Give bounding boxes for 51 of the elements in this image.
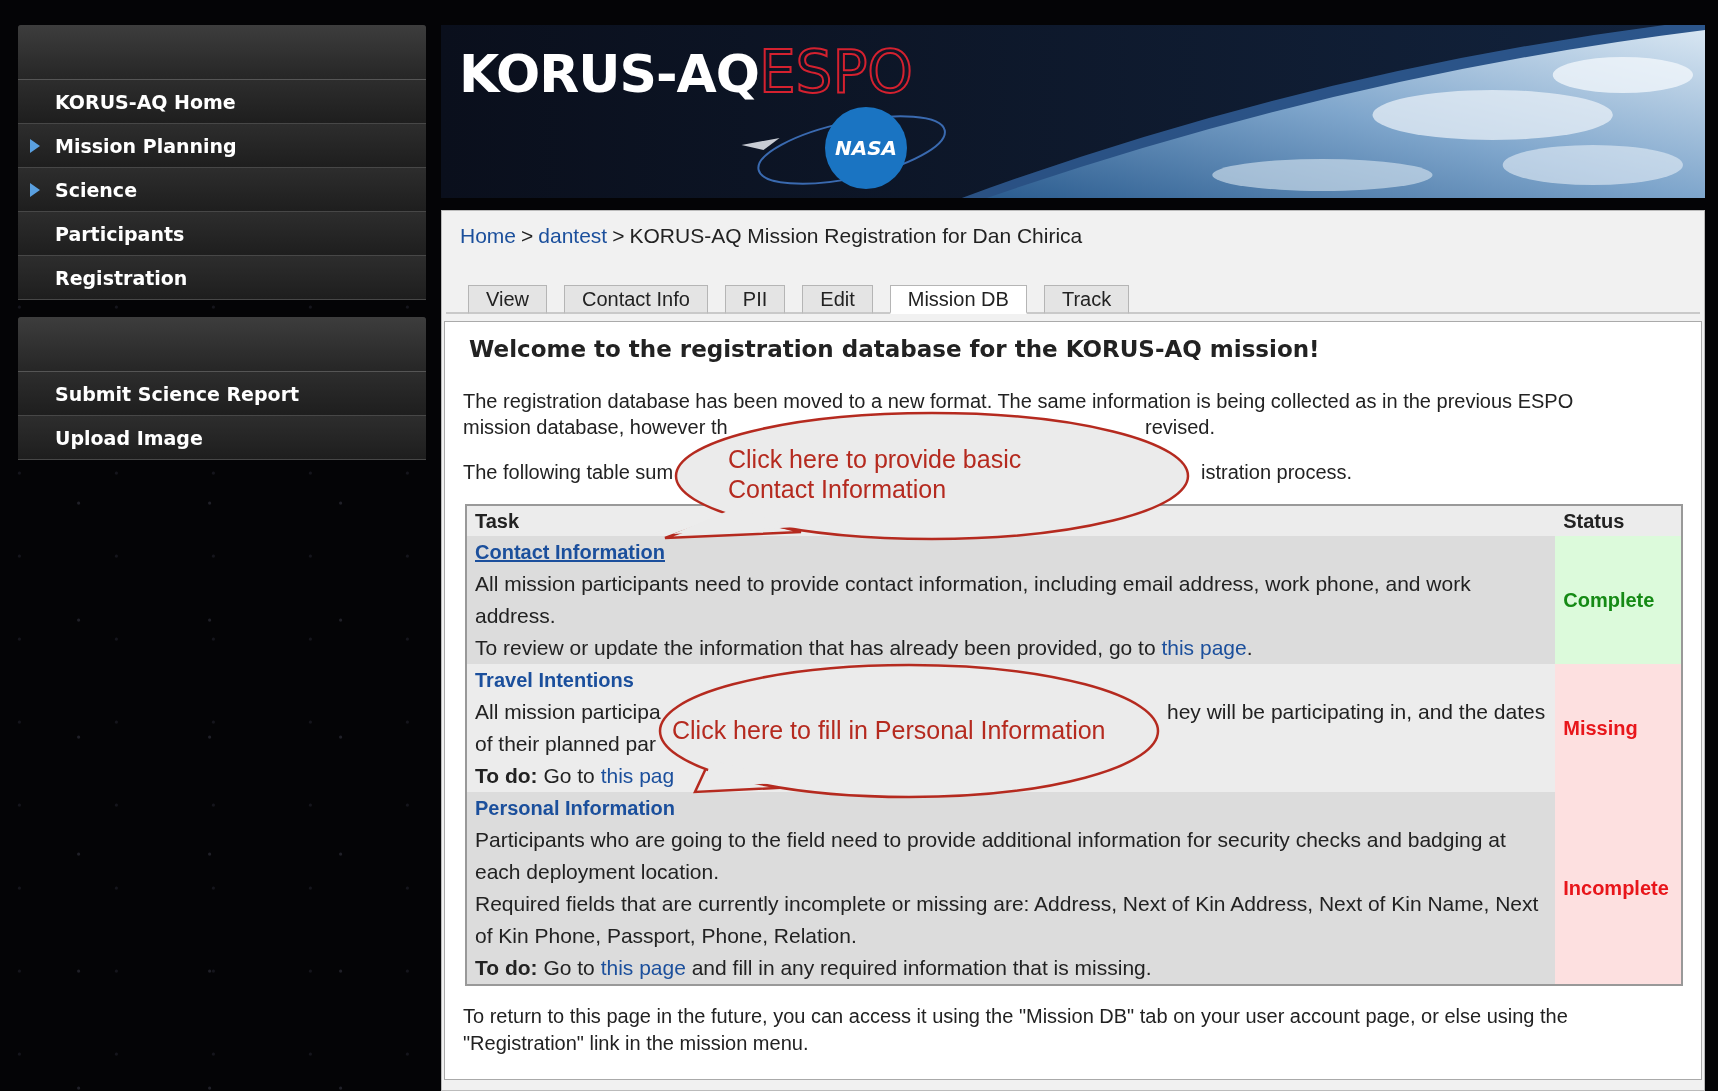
expand-triangle-icon <box>30 139 40 153</box>
callout-text: Click here to provide basic Contact Information <box>728 444 1023 504</box>
column-header: Status <box>1555 505 1682 536</box>
banner-brand: ESPO <box>758 41 913 103</box>
breadcrumb-link[interactable]: Home <box>460 224 517 258</box>
task-description: Required fields that are currently incomplete or missing are: Address, Next of Kin Address, Next of Kin Name, Next of Kin Phone, Passport, Phone, Relation. <box>475 891 1540 949</box>
page-heading: Welcome to the registration database for the KORUS-AQ mission! <box>469 335 1320 364</box>
inline-link[interactable]: this page <box>1161 636 1247 659</box>
paragraph-text: istration process. <box>1201 460 1353 485</box>
menu-item[interactable]: Mission Planning <box>18 124 426 168</box>
paragraph-text: mission database, however th <box>463 415 728 440</box>
menu-item[interactable]: Registration <box>18 256 426 300</box>
menu-item[interactable]: KORUS-AQ Home <box>18 80 426 124</box>
callout-text: Click here to fill in Personal Information <box>672 715 1107 745</box>
inline-link[interactable]: this pag <box>600 764 675 787</box>
inline-link[interactable]: this page <box>600 956 686 979</box>
paragraph-text: The registration database has been moved to a new format. The same information is being collected as in the previous ESPO <box>463 389 1574 414</box>
task-description: To review or update the information that has already been provided, go to this page. <box>475 635 1253 661</box>
breadcrumb-link[interactable]: dantest <box>538 224 608 258</box>
menu-item[interactable]: Submit Science Report <box>18 372 426 416</box>
banner-title: KORUS-AQ <box>459 43 759 105</box>
task-description: All mission participa <box>475 699 661 725</box>
task-link[interactable]: Travel Intentions <box>475 664 634 696</box>
tab[interactable]: Mission DB <box>889 285 1027 314</box>
tab[interactable]: PII <box>724 285 786 314</box>
task-description: To do: Go to this page and fill in any required information that is missing. <box>475 955 1152 981</box>
tab[interactable]: Edit <box>802 285 873 314</box>
task-description: All mission participants need to provide contact information, including email address, work phone, and work address. <box>475 571 1472 629</box>
breadcrumb-current: KORUS-AQ Mission Registration for Dan Chirica <box>629 224 1083 249</box>
paragraph-text: revised. <box>1145 415 1216 440</box>
task-description: of their planned par <box>475 731 656 757</box>
menu-item[interactable]: Participants <box>18 212 426 256</box>
status-cell: Missing <box>1555 664 1682 792</box>
tab[interactable]: View <box>468 285 547 314</box>
task-link[interactable]: Personal Information <box>475 792 676 824</box>
task-link[interactable]: Contact Information <box>475 536 665 568</box>
task-description: To do: Go to this pag <box>475 763 675 789</box>
logo-text: NASA <box>834 136 898 160</box>
menu-item[interactable]: Science <box>18 168 426 212</box>
expand-triangle-icon <box>30 183 40 197</box>
paragraph-text: The following table sum <box>463 460 674 485</box>
tab[interactable]: Contact Info <box>564 285 708 314</box>
footer-text: To return to this page in the future, you can access it using the "Mission DB" tab on your user account page, or else using the "Registration" link in the mission menu. <box>463 1004 1569 1056</box>
breadcrumb-separator: > <box>612 224 625 249</box>
task-description: Participants who are going to the field need to provide additional information for security checks and badging at each deployment location. <box>475 827 1507 885</box>
task-description: hey will be participating in, and the dates <box>1167 699 1546 725</box>
status-cell: Complete <box>1555 536 1682 664</box>
menu-item[interactable]: Upload Image <box>18 416 426 460</box>
tab[interactable]: Track <box>1043 285 1130 314</box>
status-cell: Incomplete <box>1555 792 1682 985</box>
breadcrumb-separator: > <box>521 224 534 249</box>
